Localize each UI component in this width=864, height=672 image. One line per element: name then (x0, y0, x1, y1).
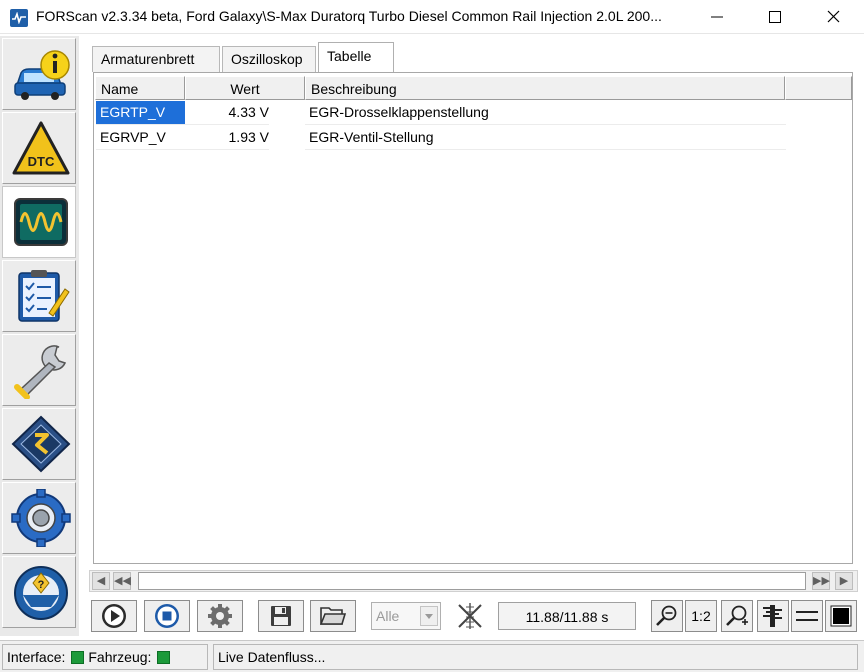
floppy-disk-icon (271, 606, 291, 626)
sidebar-item-tests[interactable] (2, 260, 76, 332)
clear-button[interactable] (453, 600, 487, 632)
dtc-warning-icon: DTC (12, 121, 70, 175)
title-bar: FORScan v2.3.34 beta, Ford Galaxy\S-Max … (0, 0, 864, 34)
table-row[interactable]: EGRTP_V 4.33 V EGR-Drosselklappenstellun… (94, 101, 786, 125)
table-row[interactable]: EGRVP_V 1.93 V EGR-Ventil-Stellung (94, 126, 786, 150)
horizontal-scrollbar[interactable]: ◀ ◀◀ ▶▶ ▶ (89, 570, 858, 592)
interface-led-icon (71, 651, 85, 664)
time-display: 11.88/11.88 s (498, 602, 636, 630)
close-button[interactable] (808, 0, 858, 34)
app-icon (10, 9, 28, 27)
zoom-ratio: 1:2 (685, 600, 717, 632)
sidebar-item-dtc[interactable]: DTC (2, 112, 76, 184)
steering-help-icon: ? (14, 566, 68, 620)
table-header: Name Wert Beschreibung (94, 76, 852, 100)
connection-status: Interface: Fahrzeug: (2, 644, 208, 670)
maximize-button[interactable] (750, 0, 800, 34)
oscilloscope-icon (14, 198, 68, 246)
tab-tabelle[interactable]: Tabelle (318, 42, 394, 73)
wrench-icon (14, 345, 67, 399)
play-icon (102, 604, 126, 628)
checklist-icon (18, 270, 70, 322)
zoom-in-icon (726, 605, 748, 626)
column-header-description[interactable]: Beschreibung (305, 76, 785, 100)
play-button[interactable] (91, 600, 137, 632)
scroll-start-icon[interactable]: ◀◀ (113, 572, 131, 590)
folder-open-icon (320, 607, 346, 625)
cell-description: EGR-Drosselklappenstellung (305, 101, 786, 125)
window-title: FORScan v2.3.34 beta, Ford Galaxy\S-Max … (36, 8, 662, 24)
scroll-right-icon[interactable]: ▶ (835, 572, 853, 590)
stop-icon (155, 604, 179, 628)
interface-label: Interface: (7, 649, 66, 665)
tab-armaturenbrett[interactable]: Armaturenbrett (92, 46, 220, 72)
cell-description: EGR-Ventil-Stellung (305, 126, 786, 150)
chevron-down-icon (420, 606, 438, 626)
column-header-value[interactable]: Wert (185, 76, 305, 100)
settings-button[interactable] (197, 600, 243, 632)
stop-button[interactable] (144, 600, 190, 632)
ruler-icon (763, 605, 782, 627)
car-info-icon (14, 50, 70, 100)
minimize-button[interactable] (692, 0, 742, 34)
vehicle-led-icon (157, 651, 171, 664)
sidebar-item-oscilloscope[interactable] (2, 186, 76, 258)
cell-value: 1.93 V (185, 126, 269, 150)
tab-oszilloskop[interactable]: Oszilloskop (222, 46, 316, 72)
filter-value: Alle (376, 608, 400, 624)
sidebar-item-vehicle-info[interactable] (2, 38, 76, 110)
cell-name[interactable]: EGRTP_V (96, 101, 185, 125)
save-button[interactable] (258, 600, 304, 632)
gear-icon (208, 604, 232, 628)
svg-text:DTC: DTC (28, 154, 55, 169)
chip-icon (11, 415, 71, 473)
zoom-out-button[interactable] (651, 600, 683, 632)
bottom-toolbar: Alle 11.88/11.88 s 1:2 (89, 598, 859, 634)
sidebar-item-configuration[interactable] (2, 408, 76, 480)
zoom-out-icon (656, 605, 677, 626)
sidebar-item-help[interactable]: ? (2, 556, 76, 628)
sidebar-item-service[interactable] (2, 334, 76, 406)
open-file-button[interactable] (310, 600, 356, 632)
status-message: Live Datenfluss... (213, 644, 858, 670)
cross-scale-icon (458, 603, 482, 629)
status-bar: Interface: Fahrzeug: Live Datenfluss... (0, 640, 864, 672)
color-button[interactable] (825, 600, 857, 632)
vehicle-label: Fahrzeug: (88, 649, 152, 665)
lines-icon (796, 611, 818, 621)
sidebar: DTC ? (0, 36, 79, 636)
gear-icon (11, 489, 71, 547)
layout-button[interactable] (791, 600, 823, 632)
data-table: Name Wert Beschreibung EGRTP_V 4.33 V EG… (93, 72, 853, 564)
cell-name[interactable]: EGRVP_V (96, 126, 185, 150)
scroll-thumb[interactable] (138, 572, 806, 590)
cell-value: 4.33 V (185, 101, 269, 125)
filter-select[interactable]: Alle (371, 602, 441, 630)
column-header-filler (785, 76, 852, 100)
scroll-end-icon[interactable]: ▶▶ (812, 572, 830, 590)
column-header-name[interactable]: Name (95, 76, 185, 100)
zoom-in-button[interactable] (721, 600, 753, 632)
scale-button[interactable] (757, 600, 789, 632)
black-square-icon (830, 605, 852, 627)
sidebar-item-settings[interactable] (2, 482, 76, 554)
svg-text:?: ? (38, 579, 45, 591)
scroll-left-icon[interactable]: ◀ (92, 572, 110, 590)
